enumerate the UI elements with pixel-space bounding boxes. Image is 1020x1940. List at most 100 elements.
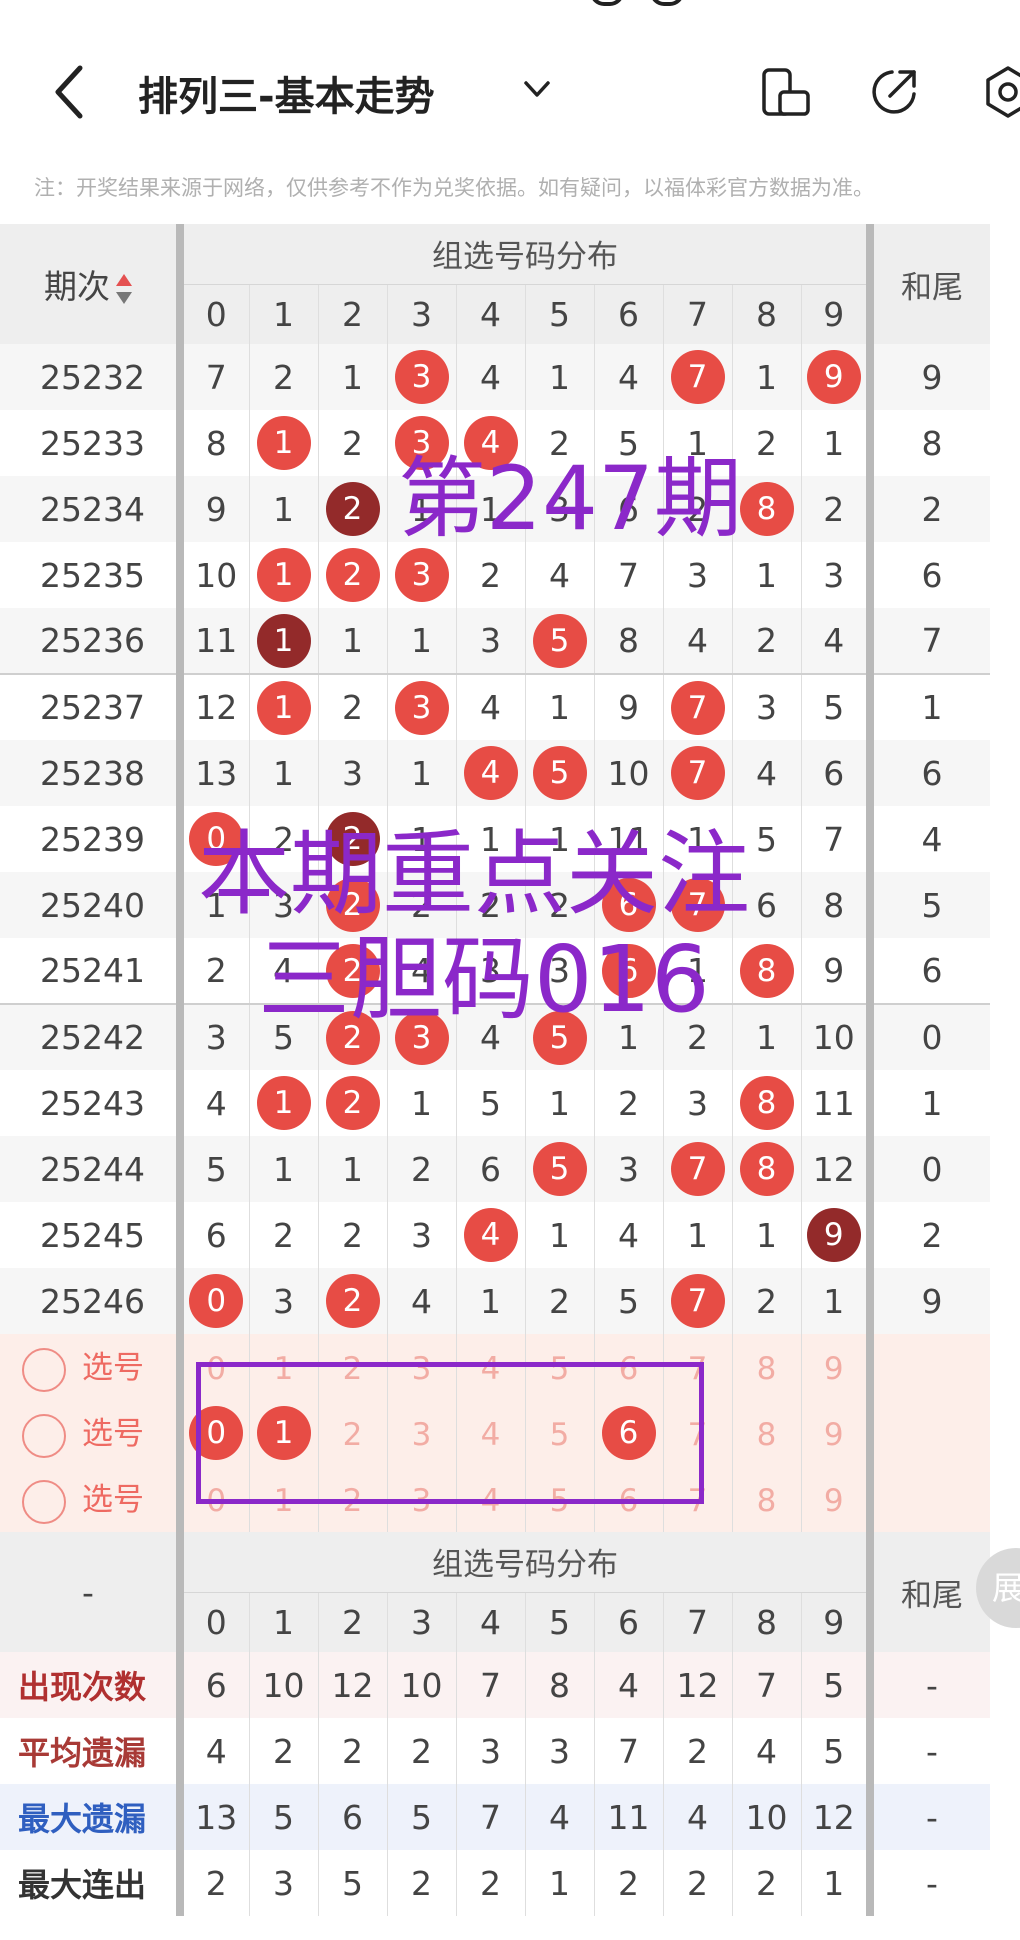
stat-value: 4 [593,1652,663,1718]
number-cell: 5 [524,1136,594,1202]
number-cell: 2 [386,872,456,938]
number-cell: 6 [455,1136,525,1202]
number-ball: 4 [463,1208,518,1262]
tail-cell: 5 [866,872,990,938]
omission-value: 4 [411,1281,432,1321]
chevron-down-icon[interactable] [520,72,554,106]
omission-value: 5 [756,819,777,859]
highlight-box [196,1362,704,1504]
phone-rotate-icon[interactable] [758,64,814,120]
number-ball: 8 [739,1142,794,1196]
table-row: 25244 5 1 1 2 6 5 3 7 8 12 0 [0,1136,990,1202]
number-cell: 3 [248,1268,318,1334]
omission-value: 1 [823,423,845,463]
omission-value: 8 [205,423,227,463]
period-header[interactable]: 期次 [0,224,184,344]
tail-cell: 9 [866,1268,990,1334]
number-cell: 2 [317,1003,387,1070]
number-ball: 2 [325,1010,380,1065]
stat-value: 5 [800,1652,870,1718]
number-ball: 5 [532,746,587,800]
number-cell: 2 [455,542,525,608]
select-option[interactable]: 选号 [0,1334,184,1400]
omission-value: 2 [549,423,570,463]
select-digit[interactable]: 8 [731,1466,801,1532]
number-cell: 3 [455,608,525,674]
table-header-row: - 组选号码分布 和尾 [0,1532,990,1652]
omission-value: 12 [812,1149,855,1189]
digit-header: 2 [317,1591,387,1652]
radio-circle-icon[interactable] [22,1347,66,1392]
number-ball: 8 [739,943,794,998]
omission-value: 3 [411,1215,432,1255]
omission-value: 3 [480,621,501,660]
share-icon[interactable] [866,64,922,120]
omission-value: 2 [756,423,777,463]
digit-header-label: 9 [823,1602,845,1642]
number-cell: 6 [800,740,870,806]
number-cell: 12 [800,1136,870,1202]
number-cell: 5 [593,1268,663,1334]
number-ball: 7 [670,1142,725,1196]
number-cell: 9 [180,476,249,542]
stat-value: 10 [386,1652,456,1718]
stat-value: 7 [455,1784,525,1850]
omission-value: 2 [823,489,845,529]
stat-value: 3 [248,1850,318,1916]
digit-header-label: 8 [756,294,777,334]
radio-circle-icon[interactable] [22,1413,66,1458]
sort-arrows-icon[interactable] [116,273,132,304]
select-digit[interactable]: 9 [800,1400,870,1466]
select-option[interactable]: 选号 [0,1400,184,1466]
number-cell: 3 [386,344,456,410]
disclaimer-note: 注：开奖结果来源于网络，仅供参考不作为兑奖依据。如有疑问，以福体彩官方数据为准。 [34,176,874,200]
omission-value: 1 [480,819,501,859]
select-digit[interactable]: 9 [800,1466,870,1532]
digit-header-label: 5 [549,1602,570,1642]
back-arrow-icon[interactable] [48,62,92,122]
omission-value: 3 [687,1083,708,1123]
number-cell: 3 [524,938,594,1004]
radio-circle-icon[interactable] [22,1479,66,1524]
period-cell: 25239 [0,806,184,872]
select-digit[interactable]: 8 [731,1334,801,1400]
number-cell: 4 [455,1202,525,1268]
number-ball: 5 [532,613,587,668]
select-digit[interactable]: 8 [731,1400,801,1466]
number-ball: 4 [463,746,518,800]
number-cell: 3 [662,542,732,608]
stat-value: 12 [800,1784,870,1850]
select-digit[interactable]: 9 [800,1334,870,1400]
number-cell: 11 [800,1070,870,1136]
digit-header-label: 7 [687,294,708,334]
table-row: 25235 10 1 2 3 2 4 7 3 1 3 6 [0,542,990,608]
number-cell: 1 [662,938,732,1004]
omission-value: 3 [273,885,294,925]
digit-header-label: 3 [411,294,432,334]
tail-cell: 0 [866,1136,990,1202]
omission-value: 1 [411,1083,432,1123]
number-cell: 2 [317,1202,387,1268]
omission-value: 11 [812,1083,855,1123]
omission-value: 2 [480,885,501,925]
period-cell: 25234 [0,476,184,542]
group-title-header: 组选号码分布 [180,1532,870,1592]
number-ball: 3 [394,548,449,602]
omission-value: 1 [549,688,570,727]
omission-value: 4 [823,621,845,660]
omission-value: 1 [411,819,432,859]
number-cell: 1 [662,410,732,476]
number-cell: 3 [386,542,456,608]
omission-value: 4 [411,951,432,990]
settings-icon[interactable] [980,64,1020,120]
page-title[interactable]: 排列三-基本走势 [138,64,435,122]
digit-header: 1 [248,1591,318,1652]
number-cell: 7 [662,1268,732,1334]
number-ball: 1 [256,548,311,602]
number-cell: 2 [248,1202,318,1268]
period-cell: 25242 [0,1003,184,1070]
stat-tail: - [866,1718,990,1784]
select-option[interactable]: 选号 [0,1466,184,1532]
omission-value: 4 [687,621,708,660]
status-bar [0,0,1020,30]
